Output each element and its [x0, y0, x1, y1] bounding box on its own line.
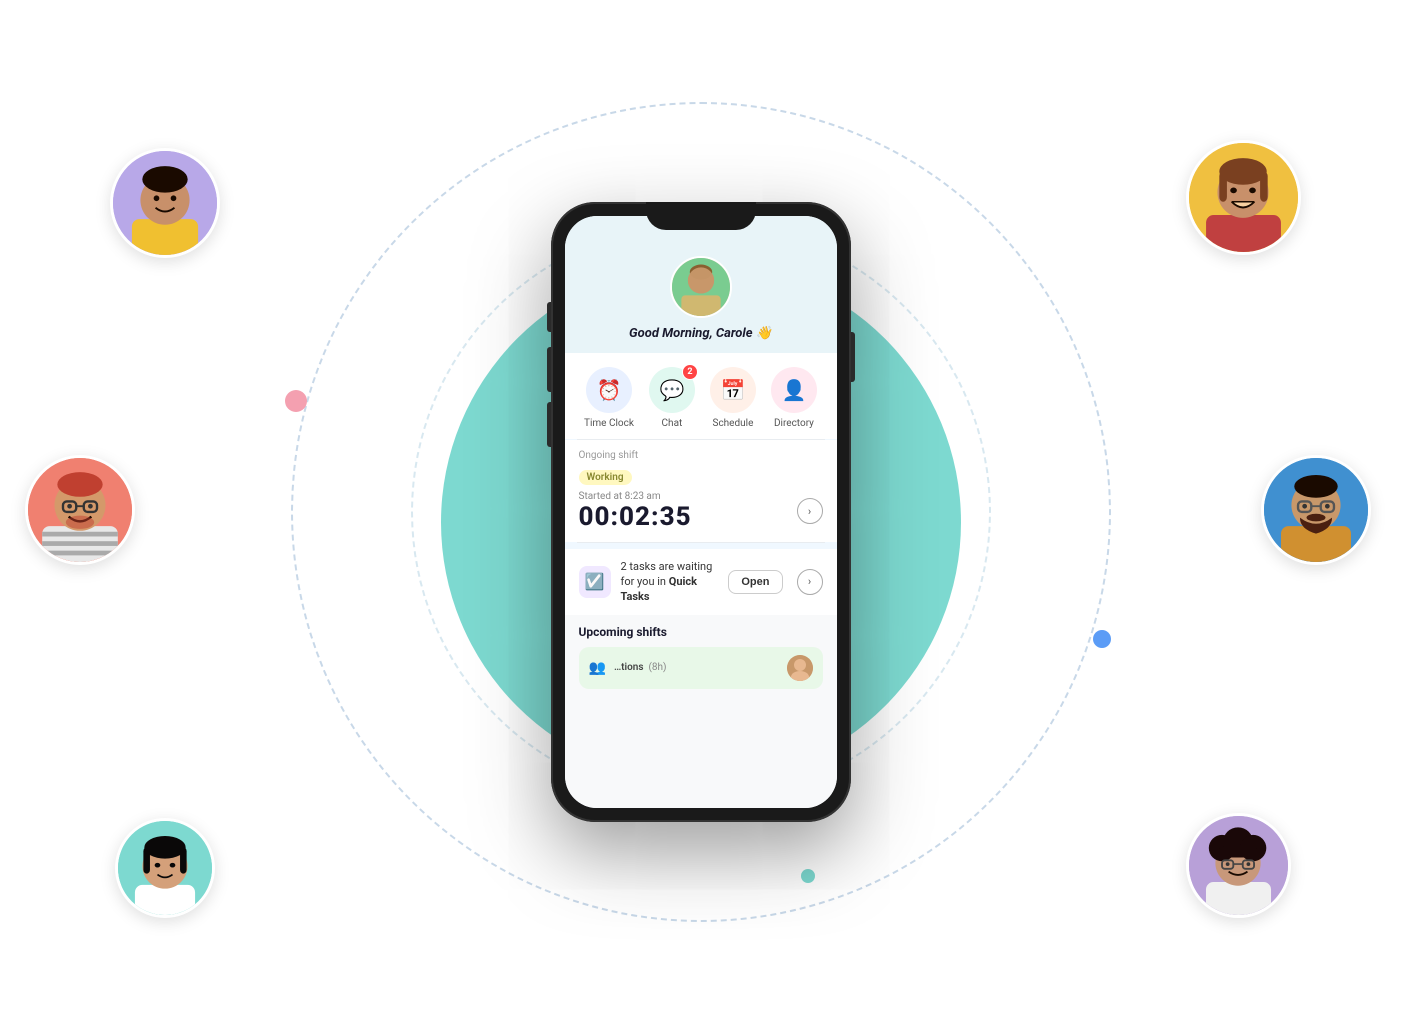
chat-icon-bubble: 💬 2 [649, 367, 695, 413]
phone-volume-up-button [547, 347, 551, 392]
shift-status-badge: Working [579, 470, 632, 485]
directory-label: Directory [774, 418, 814, 429]
chat-badge: 2 [682, 364, 698, 380]
phone-power-button [851, 332, 855, 382]
time-clock-label: Time Clock [584, 418, 634, 429]
tasks-open-button[interactable]: Open [728, 570, 782, 594]
phone-mute-button [547, 302, 551, 332]
shift-card-icon: 👥 [589, 660, 606, 676]
chat-label: Chat [662, 418, 683, 429]
directory-icon-bubble: 👤 [771, 367, 817, 413]
tasks-message: 2 tasks are waiting for you in [621, 560, 713, 588]
avatar-bot-left [115, 818, 215, 918]
time-clock-icon: ⏰ [597, 378, 622, 402]
avatar-top-left [110, 148, 220, 258]
shift-card: 👥 …tions (8h) [579, 647, 823, 689]
ongoing-shift-label: Ongoing shift [579, 450, 823, 461]
upcoming-section: Upcoming shifts 👥 …tions (8h) [565, 615, 837, 808]
decorative-dot-teal [801, 869, 815, 883]
schedule-icon-bubble: 📅 [710, 367, 756, 413]
tasks-text: 2 tasks are waiting for you in Quick Tas… [621, 559, 719, 605]
divider-2 [577, 542, 825, 543]
chat-icon: 💬 [659, 378, 684, 402]
avatar-mid-left [25, 455, 135, 565]
profile-avatar [670, 256, 732, 318]
shift-timer: 00:02:35 [579, 502, 692, 532]
shift-card-avatar [787, 655, 813, 681]
app-icon-directory[interactable]: 👤 Directory [771, 367, 817, 429]
shift-section: Ongoing shift Working Started at 8:23 am… [565, 440, 837, 542]
phone-frame: Good Morning, Carole 👋 ⏰ Time Clock 💬 2 [551, 202, 851, 822]
time-clock-icon-bubble: ⏰ [586, 367, 632, 413]
app-icons-row: ⏰ Time Clock 💬 2 Chat 📅 [565, 353, 837, 439]
avatar-mid-right [1261, 455, 1371, 565]
avatar-top-right [1186, 140, 1301, 255]
decorative-dot-blue [1093, 630, 1111, 648]
upcoming-title: Upcoming shifts [579, 625, 823, 639]
phone-screen: Good Morning, Carole 👋 ⏰ Time Clock 💬 2 [565, 216, 837, 808]
phone-mockup: Good Morning, Carole 👋 ⏰ Time Clock 💬 2 [551, 202, 851, 822]
schedule-label: Schedule [713, 418, 754, 429]
shift-time-row: Started at 8:23 am 00:02:35 › [579, 491, 823, 532]
phone-notch [646, 202, 756, 230]
profile-header: Good Morning, Carole 👋 [565, 248, 837, 353]
phone-volume-down-button [547, 402, 551, 447]
app-icon-chat[interactable]: 💬 2 Chat [649, 367, 695, 429]
avatar-bot-right [1186, 813, 1291, 918]
decorative-dot-pink [285, 390, 307, 412]
shift-arrow-button[interactable]: › [797, 498, 823, 524]
app-icon-time-clock[interactable]: ⏰ Time Clock [584, 367, 634, 429]
tasks-arrow-button[interactable]: › [797, 569, 823, 595]
schedule-icon: 📅 [720, 378, 745, 402]
app-icon-schedule[interactable]: 📅 Schedule [710, 367, 756, 429]
shift-card-text: …tions (8h) [614, 662, 667, 673]
tasks-section: ☑️ 2 tasks are waiting for you in Quick … [565, 549, 837, 615]
shift-started-text: Started at 8:23 am [579, 491, 692, 502]
greeting-text: Good Morning, Carole 👋 [629, 326, 772, 341]
tasks-icon: ☑️ [579, 566, 611, 598]
directory-icon: 👤 [782, 378, 807, 402]
